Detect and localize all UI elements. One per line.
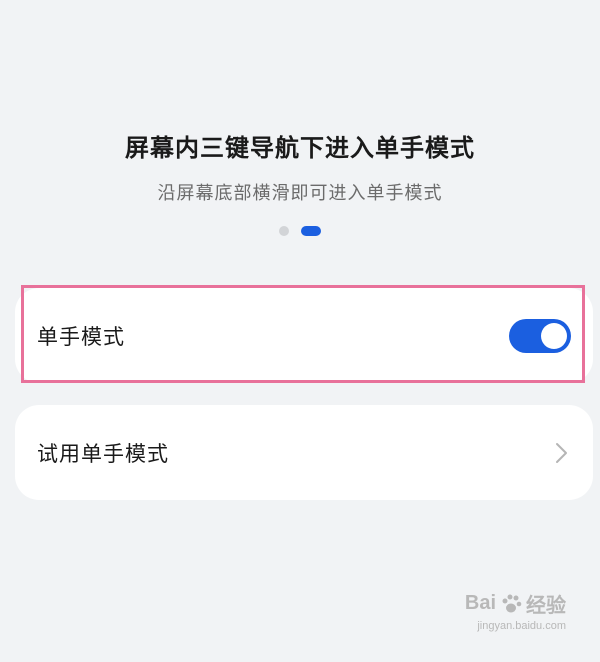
chevron-right-icon [556, 442, 567, 463]
one-hand-mode-label: 单手模式 [37, 324, 125, 349]
baidu-jingyan-watermark: Bai 经验 jingyan.baidu.com [465, 589, 566, 632]
pager-dot-active[interactable] [301, 226, 321, 236]
pager-dot[interactable] [279, 226, 289, 236]
try-one-hand-mode-label: 试用单手模式 [37, 441, 169, 466]
watermark-brand-suffix: 经验 [526, 595, 566, 617]
toggle-knob [541, 322, 567, 349]
pager-dots [0, 226, 600, 236]
paw-icon [502, 594, 522, 612]
page-title: 屏幕内三键导航下进入单手模式 [125, 134, 475, 162]
one-hand-mode-row[interactable]: 单手模式 [15, 288, 593, 383]
one-hand-mode-toggle[interactable] [509, 318, 571, 353]
page-subtitle: 沿屏幕底部横滑即可进入单手模式 [157, 183, 443, 204]
try-one-hand-mode-row[interactable]: 试用单手模式 [15, 405, 593, 500]
watermark-url: jingyan.baidu.com [477, 620, 566, 632]
watermark-brand: Bai [464, 592, 496, 614]
intro-header: 屏幕内三键导航下进入单手模式 沿屏幕底部横滑即可进入单手模式 [0, 128, 600, 205]
